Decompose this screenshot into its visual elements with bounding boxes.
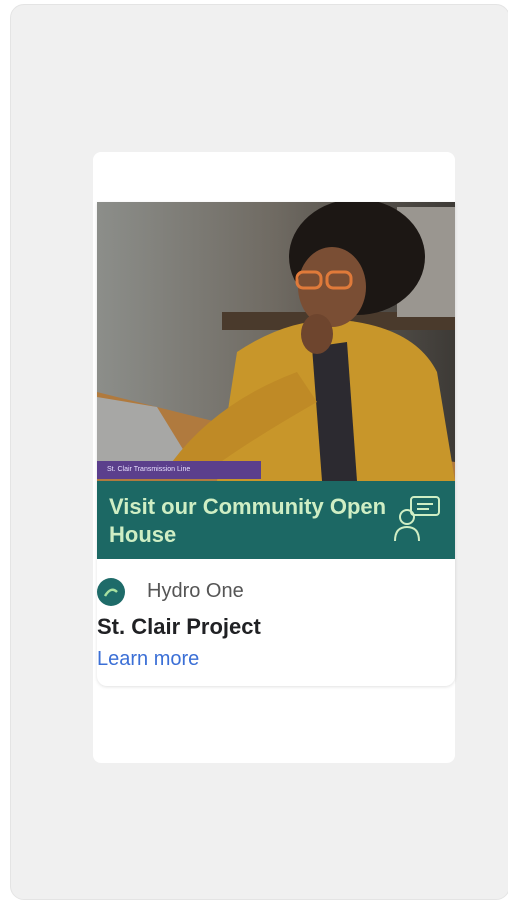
woman-at-laptop-photo <box>97 202 455 481</box>
ad-headline[interactable]: St. Clair Project <box>97 614 261 640</box>
hydro-one-logo <box>97 578 125 606</box>
ad-tag-label: St. Clair Transmission Line <box>97 461 261 479</box>
advertiser-row[interactable]: Hydro One <box>97 576 455 606</box>
ad-card: St. Clair Transmission Line Visit our Co… <box>93 152 455 763</box>
outer-panel: St. Clair Transmission Line Visit our Co… <box>10 4 508 900</box>
ad-image[interactable]: St. Clair Transmission Line <box>97 202 455 481</box>
advertiser-name: Hydro One <box>147 580 244 602</box>
ad-content[interactable]: St. Clair Transmission Line Visit our Co… <box>97 202 455 686</box>
banner-title: Visit our Community Open House <box>109 494 387 547</box>
learn-more-link[interactable]: Learn more <box>97 648 199 671</box>
ad-banner[interactable]: Visit our Community Open House <box>97 481 455 559</box>
presenter-speech-bubble-icon <box>394 496 440 542</box>
